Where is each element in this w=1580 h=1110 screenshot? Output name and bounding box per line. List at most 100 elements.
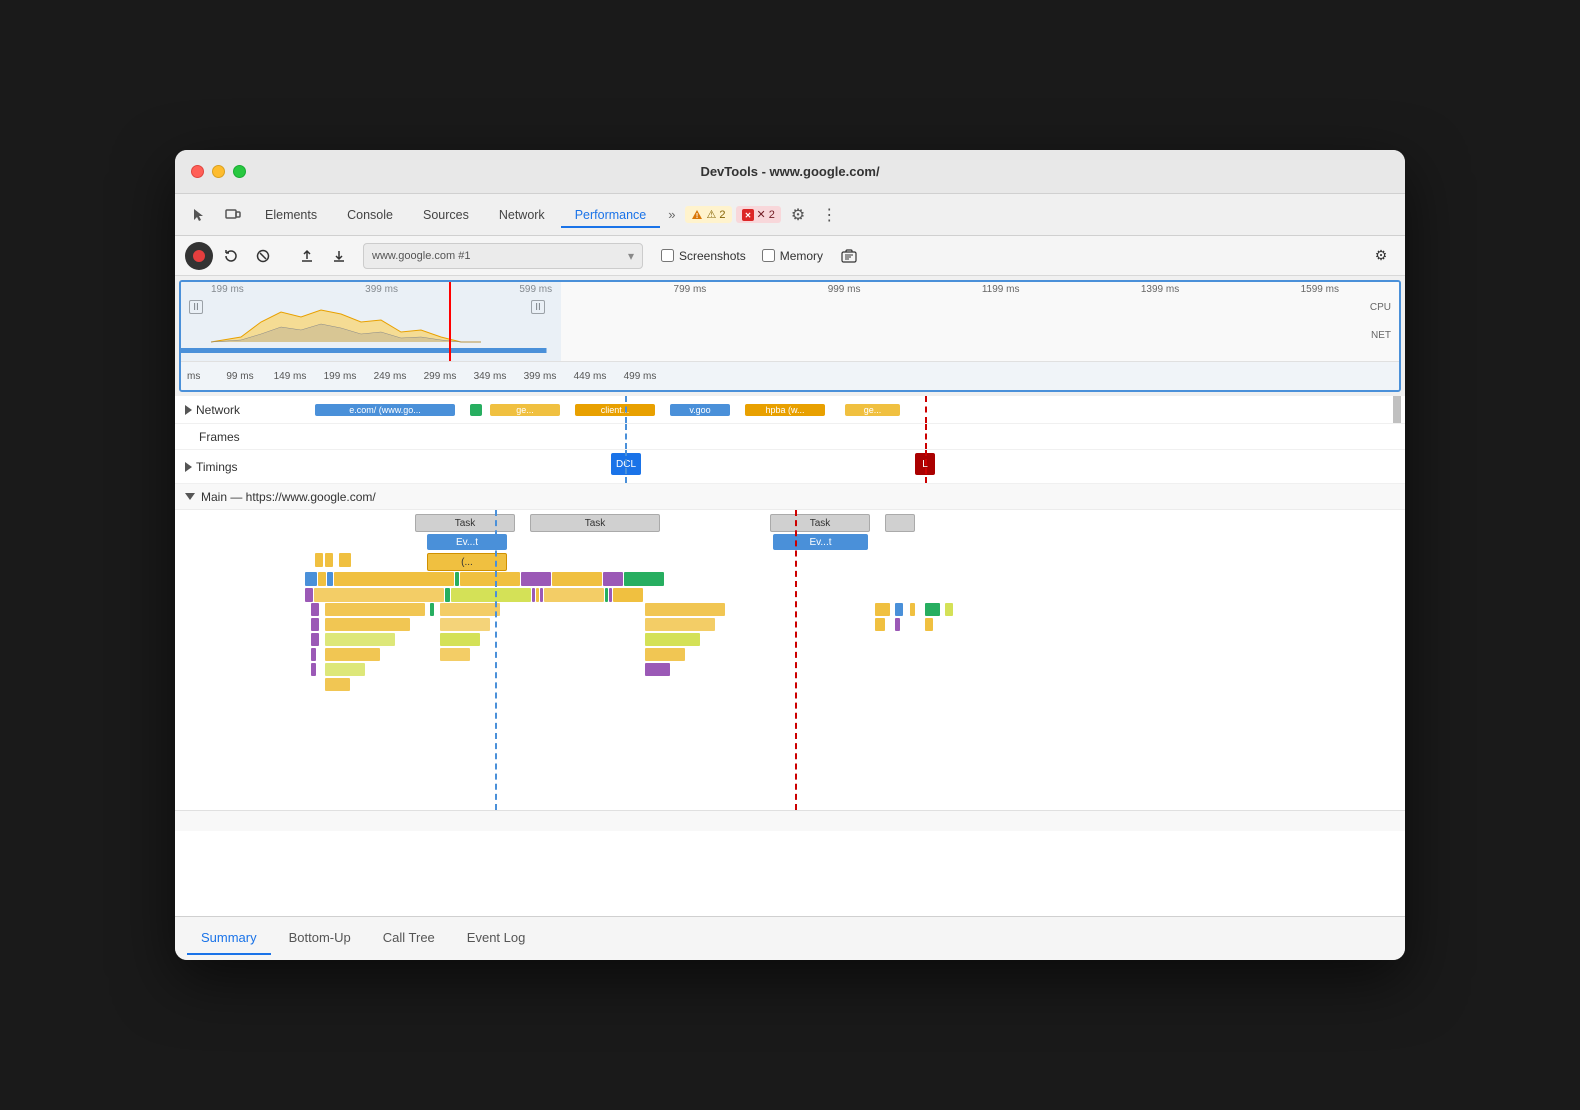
network-bar-client: client... <box>575 404 655 416</box>
task-bar-2: Task <box>530 514 660 532</box>
settings-icon[interactable]: ⚙ <box>783 201 813 229</box>
memory-label[interactable]: Memory <box>780 249 823 263</box>
network-bar-google-label: e.com/ (www.go... <box>349 405 421 415</box>
tab-performance[interactable]: Performance <box>561 202 661 228</box>
memory-checkbox[interactable] <box>762 249 775 262</box>
net-bar <box>181 348 1399 353</box>
download-button[interactable] <box>325 242 353 270</box>
tab-cursor-icon[interactable] <box>183 201 215 229</box>
reload-button[interactable] <box>217 242 245 270</box>
fr3-3 <box>327 572 333 586</box>
dcl-dashed-line <box>625 396 627 423</box>
maximize-button[interactable] <box>233 165 246 178</box>
upload-button[interactable] <box>293 242 321 270</box>
network-bar-ge2: ge... <box>845 404 900 416</box>
flame-y-3 <box>339 553 351 567</box>
main-section: Main — https://www.google.com/ Task Task… <box>175 484 1405 811</box>
fr4-11 <box>613 588 643 602</box>
network-bar-green <box>470 404 482 416</box>
fr4-7 <box>540 588 543 602</box>
fr4-9 <box>605 588 608 602</box>
fr4-4 <box>451 588 531 602</box>
tab-console[interactable]: Console <box>333 202 407 228</box>
timings-track: Timings DCL L <box>175 450 1405 484</box>
ruler-b-5: 299 ms <box>415 371 465 382</box>
ruler-top-4: 799 ms <box>674 284 707 295</box>
ev-bar-2: Ev...t <box>773 534 868 550</box>
fr3-6 <box>460 572 520 586</box>
scroll-handle[interactable] <box>1393 396 1401 423</box>
task-bar-4 <box>885 514 915 532</box>
tab-more[interactable]: » <box>662 201 681 228</box>
ruler-b-1: 99 ms <box>215 371 265 382</box>
network-bar-google: e.com/ (www.go... <box>315 404 455 416</box>
close-button[interactable] <box>191 165 204 178</box>
spacer <box>175 811 1405 831</box>
more-options-icon[interactable]: ⋮ <box>815 201 843 229</box>
overview-bottom: ms 99 ms 149 ms 199 ms 249 ms 299 ms 349… <box>181 362 1399 390</box>
record-button[interactable] <box>185 242 213 270</box>
fr3-8 <box>552 572 602 586</box>
url-dropdown-icon[interactable]: ▾ <box>628 249 634 263</box>
flame-row-4 <box>305 588 1405 602</box>
network-track-content: e.com/ (www.go... ge... client... v.goo … <box>305 396 1405 423</box>
devtools-window: DevTools - www.google.com/ Elements Cons… <box>175 150 1405 960</box>
ruler-b-7: 399 ms <box>515 371 565 382</box>
flame-y-2 <box>325 553 333 567</box>
fr4-1 <box>305 588 313 602</box>
tab-elements[interactable]: Elements <box>251 202 331 228</box>
cpu-mini-chart <box>181 302 1399 344</box>
tab-responsive-icon[interactable] <box>217 201 249 229</box>
frames-label: Frames <box>199 430 240 444</box>
tab-bottom-up[interactable]: Bottom-Up <box>275 922 365 955</box>
flame-chart: Task Task Task Ev...t Ev...t (... <box>175 510 1405 810</box>
tab-summary[interactable]: Summary <box>187 922 271 955</box>
l-dashed-line <box>925 396 927 423</box>
network-bar-vgoo: v.goo <box>670 404 730 416</box>
main-collapse-icon[interactable] <box>185 493 195 500</box>
network-expand-icon[interactable] <box>185 405 192 415</box>
warn-badge: ! ⚠ 2 <box>685 206 731 223</box>
url-bar: www.google.com #1 ▾ <box>363 243 643 269</box>
ruler-b-3: 199 ms <box>315 371 365 382</box>
fr4-2 <box>314 588 444 602</box>
fr3-2 <box>318 572 326 586</box>
ruler-top-6: 1199 ms <box>982 284 1020 295</box>
tab-sources[interactable]: Sources <box>409 202 483 228</box>
clear-button[interactable] <box>249 242 277 270</box>
screenshots-label[interactable]: Screenshots <box>679 249 746 263</box>
fr3-5 <box>455 572 459 586</box>
flame-y-1 <box>315 553 323 567</box>
fr3-4 <box>334 572 454 586</box>
timeline-main: Network e.com/ (www.go... ge... client..… <box>175 396 1405 916</box>
window-title: DevTools - www.google.com/ <box>700 164 879 179</box>
ruler-b-8: 449 ms <box>565 371 615 382</box>
task-bar-1: Task <box>415 514 515 532</box>
capture-button[interactable] <box>835 242 863 270</box>
fr4-6 <box>536 588 539 602</box>
screenshots-checkbox-group: Screenshots <box>661 249 746 263</box>
network-track-label: Network <box>175 403 305 417</box>
ruler-top-8: 1599 ms <box>1301 284 1339 295</box>
fr4-3 <box>445 588 450 602</box>
overview-top: II II 199 ms 399 ms 599 ms 799 ms 999 ms… <box>181 282 1399 362</box>
network-bar-ge2-label: ge... <box>864 405 882 415</box>
network-bar-ge1-label: ge... <box>516 405 534 415</box>
screenshots-checkbox[interactable] <box>661 249 674 262</box>
network-label: Network <box>196 403 240 417</box>
toolbar-settings-icon[interactable]: ⚙ <box>1367 242 1395 270</box>
minimize-button[interactable] <box>212 165 225 178</box>
fr4-10 <box>609 588 612 602</box>
tab-call-tree[interactable]: Call Tree <box>369 922 449 955</box>
ruler-top-5: 999 ms <box>828 284 861 295</box>
timings-expand-icon[interactable] <box>185 462 192 472</box>
fr3-10 <box>624 572 664 586</box>
flame-row-3 <box>305 572 1405 586</box>
tab-event-log[interactable]: Event Log <box>453 922 540 955</box>
timings-label: Timings <box>196 460 238 474</box>
network-track: Network e.com/ (www.go... ge... client..… <box>175 396 1405 424</box>
toolbar: www.google.com #1 ▾ Screenshots Memory ⚙ <box>175 236 1405 276</box>
tab-network[interactable]: Network <box>485 202 559 228</box>
fr3-1 <box>305 572 317 586</box>
frames-track: Frames <box>175 424 1405 450</box>
